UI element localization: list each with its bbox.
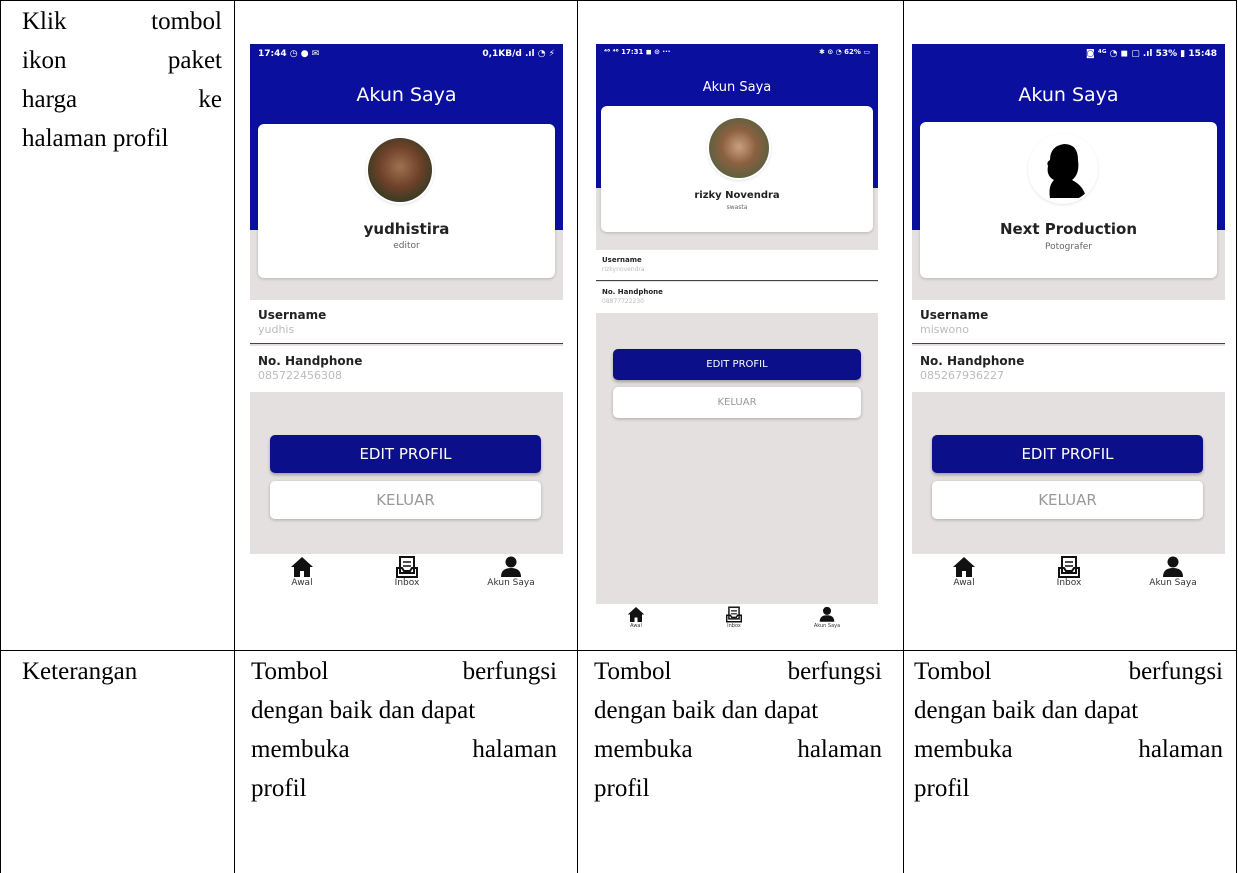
bottom-nav: Awal Inbox Akun Saya: [912, 554, 1225, 604]
result-cell: Tombol berfungsi dengan baik dan dapat memb…: [594, 652, 882, 808]
edit-profile-button[interactable]: EDIT PROFIL: [270, 435, 541, 473]
result-line: membuka halaman: [251, 736, 557, 763]
step-description: Klik tombol ikon paket harga ke halaman pro…: [22, 2, 222, 158]
result-line: profil: [594, 775, 650, 802]
table-border-right: [1236, 0, 1237, 873]
nav-item-home[interactable]: Awal: [616, 606, 656, 629]
username-field[interactable]: Username yudhis: [250, 300, 563, 344]
table-border-top: [0, 0, 1237, 1]
profile-name: yudhistira: [363, 220, 450, 238]
result-line: membuka halaman: [914, 736, 1223, 763]
page-title: Akun Saya: [1018, 84, 1119, 106]
nav-item-account[interactable]: Akun Saya: [802, 606, 852, 629]
table-divider: [903, 0, 904, 873]
nav-item-inbox[interactable]: Inbox: [1039, 556, 1099, 588]
step-line: harga ke: [22, 86, 222, 113]
table-row-divider: [0, 650, 1237, 651]
result-cell: Tombol berfungsi dengan baik dan dapat memb…: [914, 652, 1223, 808]
edit-profile-button[interactable]: EDIT PROFIL: [613, 349, 861, 380]
profile-role: swasta: [726, 204, 748, 211]
row-label-keterangan: Keterangan: [22, 658, 138, 685]
status-icons: 0,1KB/d .ıl ◔ ⚡: [482, 49, 555, 59]
nav-item-account[interactable]: Akun Saya: [1138, 556, 1208, 588]
table-divider: [234, 0, 235, 873]
page-title: Akun Saya: [702, 80, 772, 95]
step-line: ikon paket: [22, 47, 222, 74]
bottom-nav: Awal Inbox Akun Saya: [250, 554, 563, 604]
home-icon: [627, 607, 645, 622]
nav-item-home[interactable]: Awal: [934, 556, 994, 588]
profile-role: editor: [393, 241, 420, 251]
page-title: Akun Saya: [356, 84, 457, 106]
status-bar: 17:44 ◷ ● ✉ 0,1KB/d .ıl ◔ ⚡: [250, 44, 563, 64]
result-line: dengan baik dan dapat: [914, 697, 1139, 724]
result-line: membuka halaman: [594, 736, 882, 763]
profile-name: Next Production: [999, 220, 1138, 238]
result-line: Tombol berfungsi: [251, 658, 557, 685]
inbox-icon: [396, 556, 418, 578]
user-icon: [501, 556, 521, 577]
profile-card: Next Production Potografer: [920, 122, 1217, 278]
status-icons: ✱ ⊙ ◔ 62% ▭: [819, 48, 870, 56]
username-field[interactable]: Username rizkynovendra: [596, 250, 878, 281]
phone-screenshot: ⁴⁶ ⁴⁶ 17:31 ◼ ⊙ ··· ✱ ⊙ ◔ 62% ▭ Akun Say…: [596, 44, 878, 638]
step-line: Klik tombol: [22, 8, 222, 35]
avatar: [1030, 136, 1096, 202]
profile-card: rizky Novendra swasta: [601, 106, 873, 232]
home-icon: [291, 557, 313, 577]
phone-screenshot: ◙ ⁴ᴳ ◔ ◼ ▢ .ıl 53% ▮ 15:48 Akun Saya Nex…: [912, 44, 1225, 604]
silhouette-icon: [1030, 136, 1096, 202]
bottom-nav: Awal Inbox Akun Saya: [596, 604, 878, 638]
inbox-icon: [1058, 556, 1080, 578]
profile-card: yudhistira editor: [258, 124, 555, 278]
logout-button[interactable]: KELUAR: [613, 387, 861, 418]
nav-item-inbox[interactable]: Inbox: [377, 556, 437, 588]
table-divider: [577, 0, 578, 873]
status-icons: ◙ ⁴ᴳ ◔ ◼ ▢ .ıl 53% ▮ 15:48: [1086, 49, 1217, 59]
logout-button[interactable]: KELUAR: [270, 481, 541, 519]
profile-name: rizky Novendra: [694, 190, 780, 201]
inbox-icon: [726, 606, 742, 623]
avatar: [709, 118, 769, 178]
result-line: Tombol berfungsi: [914, 658, 1223, 685]
user-icon: [1163, 556, 1183, 577]
step-line: halaman profil: [22, 125, 169, 152]
status-time: 17:44 ◷ ● ✉: [258, 49, 320, 59]
phone-field[interactable]: No. Handphone 085267936227: [912, 346, 1225, 392]
result-line: profil: [251, 775, 307, 802]
avatar: [368, 138, 432, 202]
nav-item-inbox[interactable]: Inbox: [714, 606, 754, 629]
nav-item-account[interactable]: Akun Saya: [476, 556, 546, 588]
phone-field[interactable]: No. Handphone 08877722230: [596, 282, 878, 313]
logout-button[interactable]: KELUAR: [932, 481, 1203, 519]
status-time: ⁴⁶ ⁴⁶ 17:31 ◼ ⊙ ···: [604, 48, 671, 56]
result-line: dengan baik dan dapat: [594, 697, 819, 724]
user-icon: [819, 606, 835, 622]
status-bar: ◙ ⁴ᴳ ◔ ◼ ▢ .ıl 53% ▮ 15:48: [912, 44, 1225, 64]
nav-item-home[interactable]: Awal: [272, 556, 332, 588]
phone-screenshot: 17:44 ◷ ● ✉ 0,1KB/d .ıl ◔ ⚡ Akun Saya yu…: [250, 44, 563, 604]
table-border-left: [0, 0, 1, 873]
result-line: dengan baik dan dapat: [251, 697, 476, 724]
phone-field[interactable]: No. Handphone 085722456308: [250, 346, 563, 392]
result-cell: Tombol berfungsi dengan baik dan dapat memb…: [251, 652, 557, 808]
result-line: Tombol berfungsi: [594, 658, 882, 685]
username-field[interactable]: Username miswono: [912, 300, 1225, 344]
status-bar: ⁴⁶ ⁴⁶ 17:31 ◼ ⊙ ··· ✱ ⊙ ◔ 62% ▭: [596, 44, 878, 60]
result-line: profil: [914, 775, 970, 802]
profile-role: Potografer: [1045, 242, 1092, 252]
edit-profile-button[interactable]: EDIT PROFIL: [932, 435, 1203, 473]
home-icon: [953, 557, 975, 577]
